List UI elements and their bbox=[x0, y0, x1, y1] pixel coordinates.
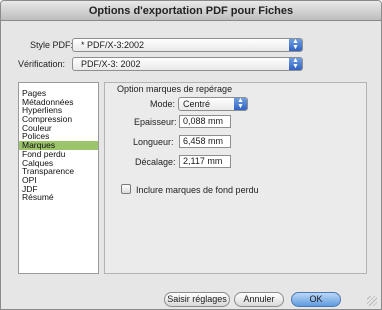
list-item[interactable]: Résumé bbox=[19, 193, 98, 202]
offset-label: Décalage: bbox=[135, 157, 176, 167]
popup-arrows-icon: ▲ ▼ bbox=[234, 97, 247, 110]
resize-grip-icon[interactable] bbox=[367, 296, 377, 306]
window-title: Options d'exportation PDF pour Fiches bbox=[1, 1, 381, 21]
mode-value: Centré bbox=[183, 99, 211, 109]
style-pdf-label: Style PDF: bbox=[30, 40, 74, 50]
ok-button[interactable]: OK bbox=[291, 292, 341, 307]
cancel-button[interactable]: Annuler bbox=[234, 292, 284, 307]
capture-settings-button[interactable]: Saisir réglages bbox=[164, 292, 230, 307]
verification-label: Vérification: bbox=[18, 59, 66, 69]
marks-panel-title: Option marques de repérage bbox=[117, 84, 233, 94]
mode-label: Mode: bbox=[150, 99, 176, 109]
popup-arrows-icon: ▲ ▼ bbox=[289, 57, 302, 70]
style-pdf-select[interactable]: * PDF/X-3:2002 ▲ ▼ bbox=[72, 38, 303, 52]
offset-field[interactable]: 2,117 mm bbox=[179, 155, 231, 168]
export-dialog: Options d'exportation PDF pour Fiches St… bbox=[0, 0, 382, 310]
include-bleed-checkbox[interactable] bbox=[121, 184, 131, 194]
length-label: Longueur: bbox=[133, 137, 174, 147]
verification-select[interactable]: PDF/X-3: 2002 ▲ ▼ bbox=[72, 57, 303, 71]
category-list[interactable]: Pages Métadonnées Hyperliens Compression… bbox=[18, 82, 99, 274]
length-field[interactable]: 6,458 mm bbox=[179, 135, 231, 148]
thickness-label: Epaisseur: bbox=[134, 117, 177, 127]
thickness-field[interactable]: 0,088 mm bbox=[179, 115, 231, 128]
verification-value: PDF/X-3: 2002 bbox=[81, 59, 141, 69]
mode-select[interactable]: Centré ▲ ▼ bbox=[178, 97, 248, 111]
popup-arrows-icon: ▲ ▼ bbox=[289, 38, 302, 51]
style-pdf-value: * PDF/X-3:2002 bbox=[81, 40, 145, 50]
include-bleed-label: Inclure marques de fond perdu bbox=[136, 185, 259, 195]
